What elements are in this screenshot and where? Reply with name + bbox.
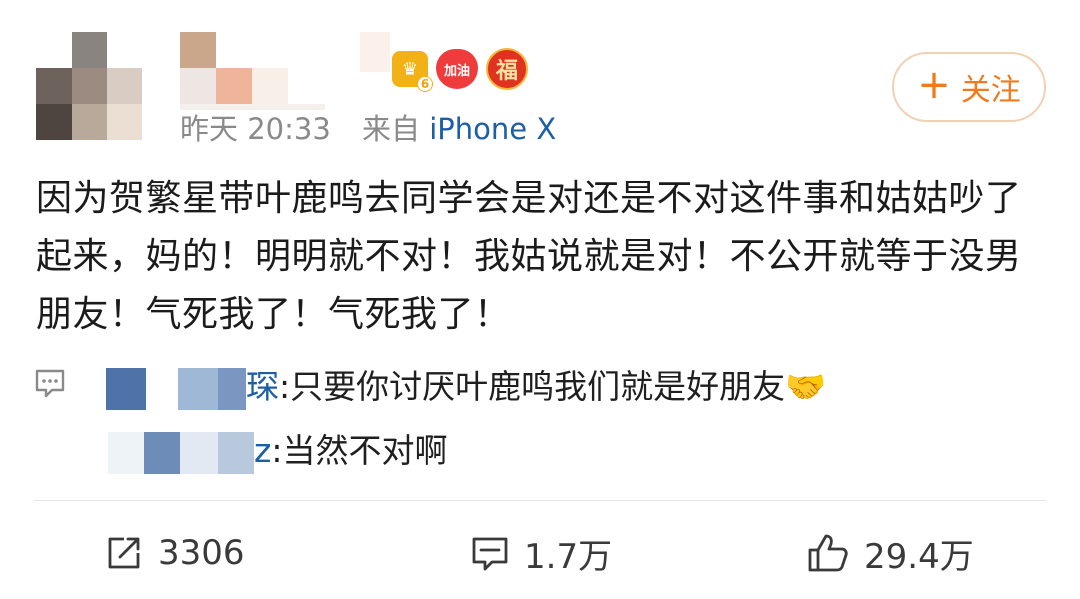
like-count: 29.4万 xyxy=(864,536,974,577)
comment-button[interactable]: 1.7万 xyxy=(470,528,612,578)
comment-preview-icon xyxy=(35,369,65,398)
heart-badge-icon[interactable]: 加油 xyxy=(436,49,478,89)
divider xyxy=(34,500,1046,501)
commenter-name-masked[interactable] xyxy=(108,431,254,474)
handshake-emoji: 🤝 xyxy=(785,367,827,406)
commenter-name-suffix[interactable]: z xyxy=(254,431,271,470)
repost-button[interactable]: 3306 xyxy=(104,528,245,578)
fu-badge-icon[interactable]: 福 xyxy=(486,48,528,90)
comment-preview-2[interactable]: z:当然不对啊 xyxy=(108,424,447,474)
post-content: 因为贺繁星带叶鹿鸣去同学会是对还是不对这件事和姑姑吵了起来，妈的！明明就不对！我… xyxy=(36,178,1022,335)
comment-text: :当然不对啊 xyxy=(271,431,448,470)
fu-badge-text: 福 xyxy=(495,59,518,84)
post-meta: 昨天 20:33 来自 iPhone X xyxy=(180,106,556,148)
username-mask-tail xyxy=(360,32,390,72)
commenter-name-masked[interactable] xyxy=(96,367,246,410)
comment-icon xyxy=(472,537,508,571)
post-time: 昨天 20:33 xyxy=(180,112,331,146)
follow-button[interactable]: + 关注 xyxy=(892,52,1046,122)
badge-row: ♛ 6 加油 福 xyxy=(392,46,528,92)
comment-preview-1[interactable]: 琛:只要你讨厌叶鹿鸣我们就是好朋友🤝 xyxy=(96,360,826,410)
source-device[interactable]: iPhone X xyxy=(429,112,556,146)
repost-icon xyxy=(108,537,140,569)
like-icon xyxy=(808,534,848,572)
avatar[interactable] xyxy=(36,32,142,140)
vip-level: 6 xyxy=(417,76,433,92)
comment-count: 1.7万 xyxy=(524,536,613,577)
username-masked[interactable] xyxy=(180,32,360,110)
plus-icon: + xyxy=(917,62,951,108)
source-prefix: 来自 xyxy=(362,112,421,146)
like-button[interactable]: 29.4万 xyxy=(806,528,974,578)
repost-count: 3306 xyxy=(158,533,245,573)
commenter-name-suffix[interactable]: 琛 xyxy=(246,367,279,406)
follow-label: 关注 xyxy=(960,73,1021,108)
heart-badge-text: 加油 xyxy=(443,63,470,79)
comment-text: :只要你讨厌叶鹿鸣我们就是好朋友 xyxy=(279,367,786,406)
vip-crown-icon[interactable]: ♛ 6 xyxy=(392,51,433,92)
